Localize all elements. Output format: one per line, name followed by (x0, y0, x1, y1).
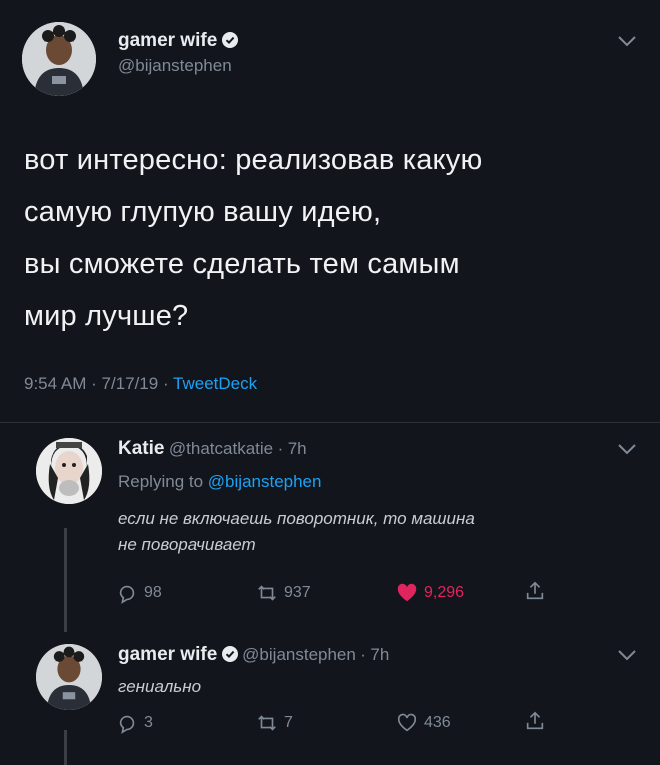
reply-menu-chevron-down-icon[interactable] (616, 442, 638, 461)
thread-line (64, 528, 67, 632)
verified-icon (221, 32, 238, 48)
reply-count: 3 (144, 714, 153, 731)
reply-button[interactable]: 98 (116, 582, 162, 604)
retweet-button[interactable]: 937 (256, 582, 311, 604)
separator-dot: · (277, 439, 284, 458)
tweet-text-line: вот интересно: реализовав какую (24, 144, 483, 176)
reply-text: гениально (118, 677, 202, 696)
reply-text-line: если не включаешь поворотник, то машина (118, 509, 475, 528)
tweet-text: вот интересно: реализовав какую самую гл… (24, 134, 644, 342)
separator-dot: · (91, 374, 102, 393)
tweet-text-line: самую глупую вашу идею, (24, 196, 382, 228)
divider (0, 422, 660, 423)
tweet-timestamp[interactable]: 9:54 AM · 7/17/19 · TweetDeck (24, 374, 257, 394)
separator-dot: · (360, 645, 366, 664)
like-button[interactable]: 9,296 (396, 582, 464, 604)
tweet-menu-chevron-down-icon[interactable] (616, 34, 638, 53)
reply-author-handle[interactable]: @bijanstephen (242, 645, 356, 664)
retweet-icon (258, 715, 276, 731)
share-button[interactable] (524, 580, 546, 602)
avatar-gamer-wife[interactable] (22, 22, 96, 96)
reply-icon (119, 585, 135, 604)
heart-icon (397, 583, 417, 602)
retweet-count: 7 (284, 714, 293, 731)
verified-icon (221, 646, 238, 662)
reply-button[interactable]: 3 (116, 712, 153, 734)
heart-icon (397, 713, 417, 732)
replying-prefix: Replying to (118, 472, 204, 491)
tweet-time: 9:54 AM (24, 374, 87, 393)
like-button[interactable]: 436 (396, 712, 451, 734)
reply-author-name[interactable]: Katie (118, 438, 164, 459)
reply-text-line: не поворачивает (118, 535, 256, 554)
like-count: 436 (424, 714, 451, 731)
retweet-icon (258, 585, 276, 601)
avatar-katie[interactable] (36, 438, 102, 504)
reply-age[interactable]: 7h (288, 439, 307, 458)
replying-handle-link[interactable]: @bijanstephen (208, 472, 322, 491)
share-icon (526, 581, 544, 600)
share-button[interactable] (524, 710, 546, 732)
tweet-source-link[interactable]: TweetDeck (173, 374, 257, 393)
avatar-gamer-wife-small[interactable] (36, 644, 102, 710)
retweet-button[interactable]: 7 (256, 712, 293, 734)
reply-author-handle[interactable]: @thatcatkatie (169, 439, 273, 458)
tweet-date: 7/17/19 (101, 374, 159, 393)
reply-author-name[interactable]: gamer wife (118, 644, 217, 665)
author-name[interactable]: gamer wife (118, 30, 217, 51)
tweet-text-line: мир лучше? (24, 300, 189, 332)
reply-icon (119, 715, 135, 734)
retweet-count: 937 (284, 584, 311, 601)
author-handle[interactable]: @bijanstephen (118, 56, 232, 76)
reply-age[interactable]: 7h (370, 645, 389, 664)
reply-menu-chevron-down-icon[interactable] (616, 648, 638, 667)
thread-line (64, 730, 67, 765)
separator-dot: · (162, 374, 174, 393)
reply-text: если не включаешь поворотник, то машина … (118, 506, 638, 558)
like-count: 9,296 (424, 584, 465, 601)
tweet-text-line: вы сможете сделать тем самым (24, 248, 460, 280)
share-icon (526, 711, 544, 730)
replying-to: Replying to @bijanstephen (118, 472, 321, 492)
reply-count: 98 (144, 584, 162, 601)
